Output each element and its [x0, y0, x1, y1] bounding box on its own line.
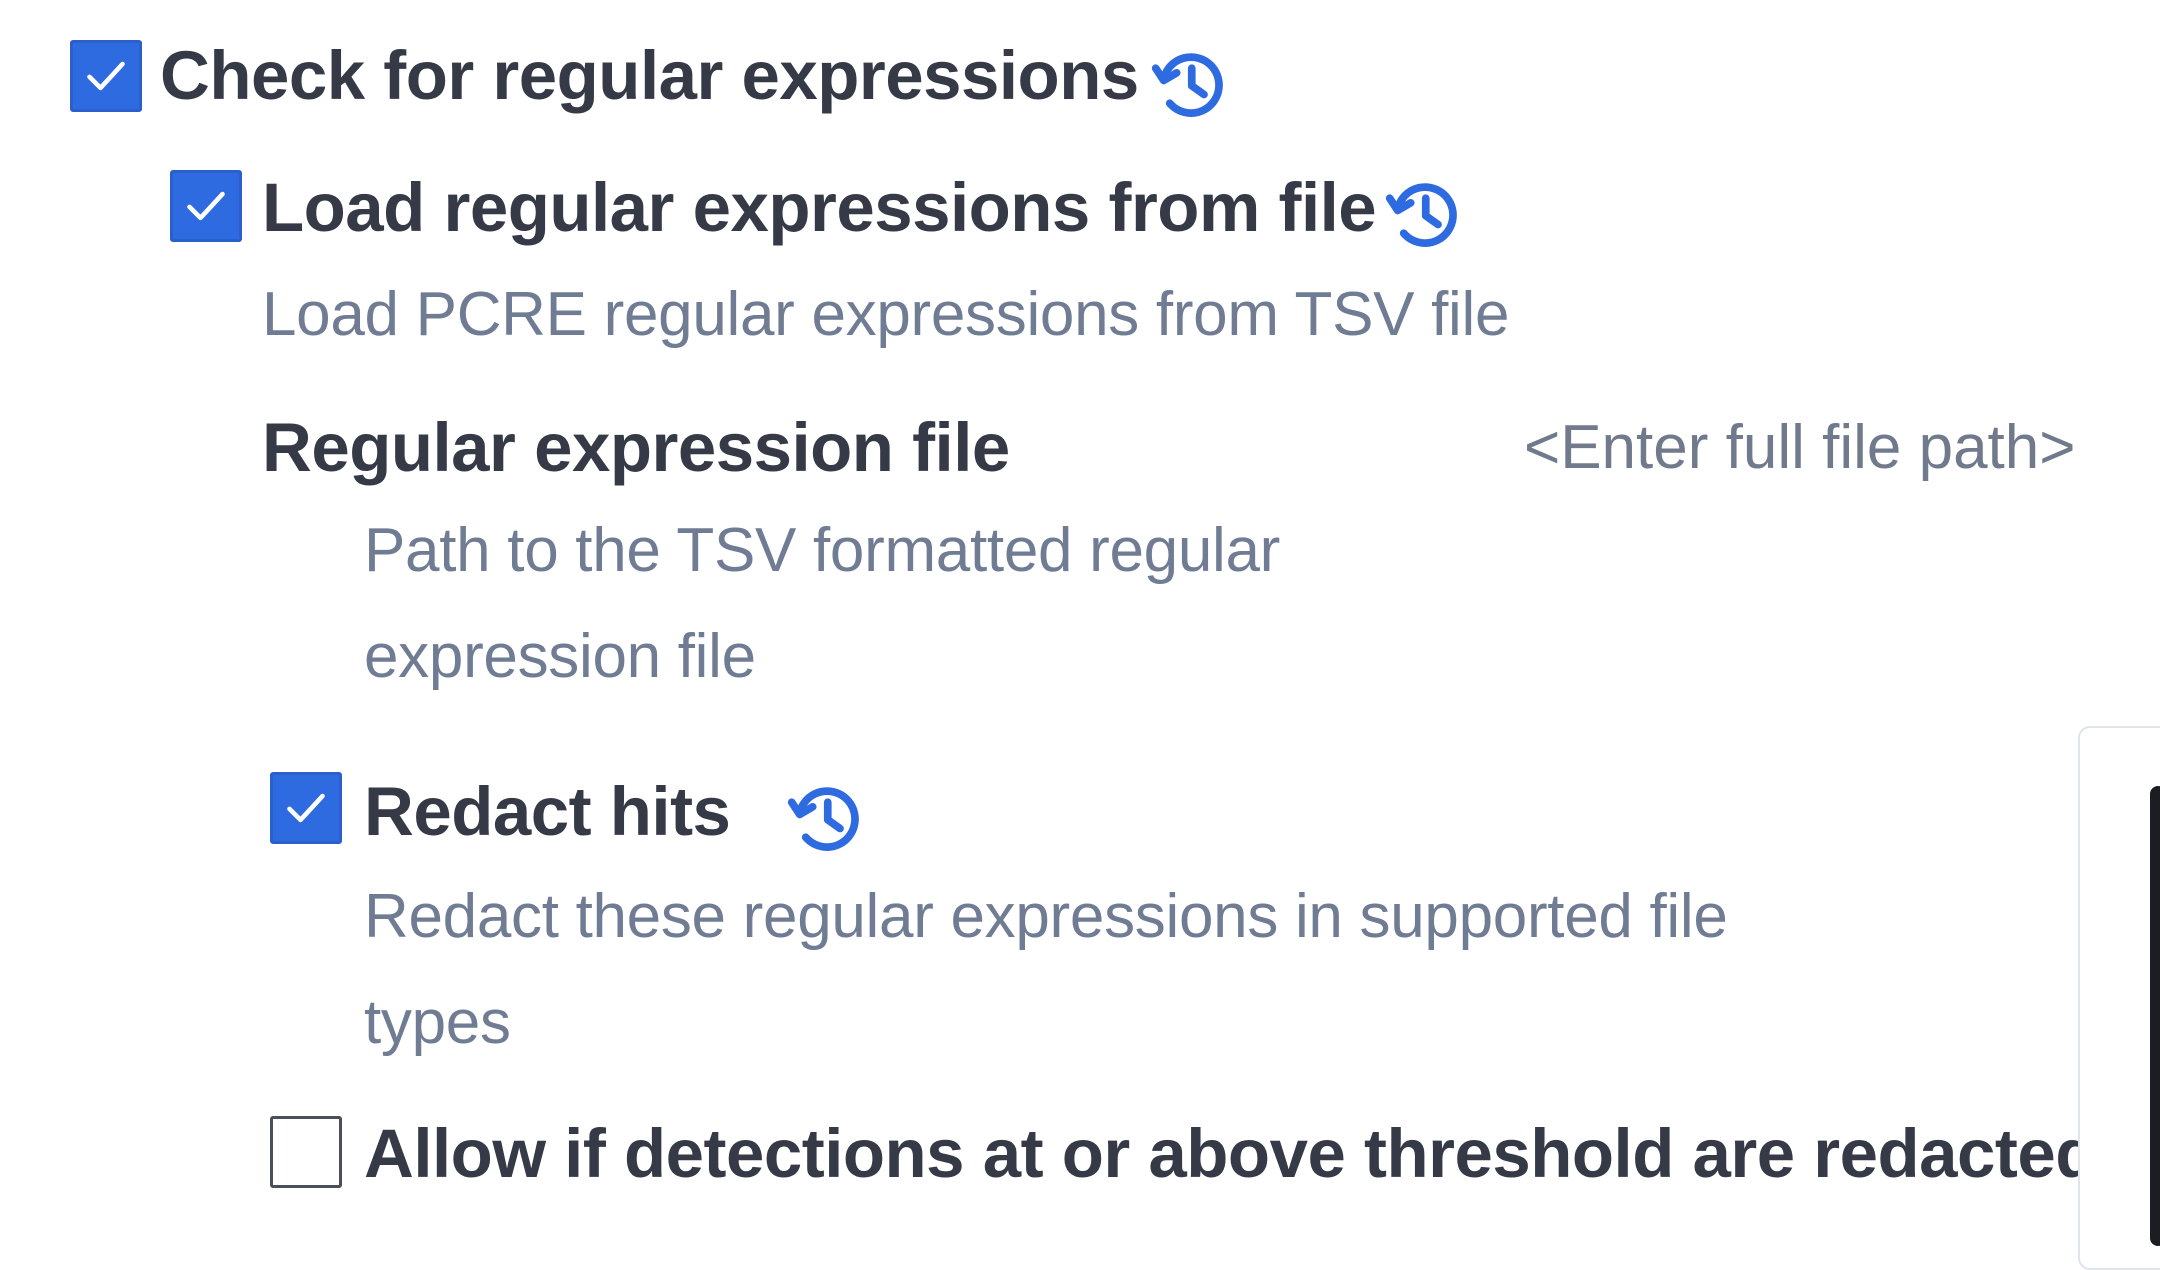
checkmark-icon	[187, 191, 225, 221]
side-panel	[2078, 726, 2160, 1270]
redact-hits-description-line: Redact these regular expressions in supp…	[364, 882, 1728, 951]
redact-hits-description-line: types	[364, 988, 511, 1057]
checkmark-icon	[287, 793, 325, 823]
redact-hits-label: Redact hits	[364, 773, 731, 850]
regex-check-label: Check for regular expressions	[160, 37, 1139, 114]
panel-scrollbar[interactable]	[2150, 786, 2160, 1246]
allow-redacted-label: Allow if detections at or above threshol…	[364, 1115, 2097, 1192]
regex-file-description-line: Path to the TSV formatted regular	[364, 516, 1281, 585]
redact-hits-checkbox[interactable]	[270, 772, 342, 844]
regex-check-checkbox[interactable]	[70, 40, 142, 112]
regex-file-description-line: expression file	[364, 622, 756, 691]
history-icon[interactable]	[1148, 42, 1232, 126]
history-icon[interactable]	[784, 776, 868, 860]
load-from-file-checkbox[interactable]	[170, 170, 242, 242]
load-from-file-label: Load regular expressions from file	[262, 169, 1377, 246]
load-from-file-description: Load PCRE regular expressions from TSV f…	[262, 280, 1510, 349]
regex-file-label: Regular expression file	[262, 409, 1010, 486]
checkmark-icon	[87, 61, 125, 91]
regex-file-path-input[interactable]: <Enter full file path>	[1524, 408, 2075, 488]
allow-redacted-checkbox[interactable]	[270, 1116, 342, 1188]
history-icon[interactable]	[1382, 172, 1466, 256]
